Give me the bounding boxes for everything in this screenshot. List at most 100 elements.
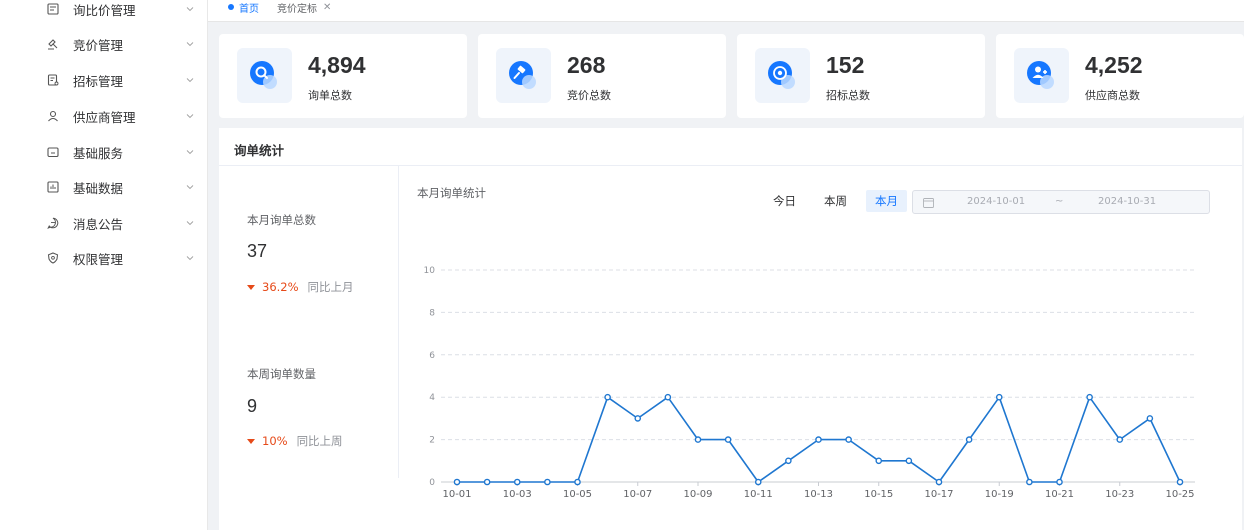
bar-chart-icon [47,181,59,193]
x-tick-label: 10-11 [744,489,773,500]
stat-card-inquiries: 4,894 询单总数 [219,34,467,118]
shield-icon [47,252,59,264]
sidebar-item-label: 询比价管理 [73,2,136,18]
y-tick-label: 8 [429,308,435,318]
x-tick-label: 10-03 [503,489,532,500]
data-point [1086,393,1093,401]
stat-value: 4,894 [308,52,366,78]
sidebar-item-label: 消息公告 [73,216,124,232]
sidebar-item-bidding[interactable]: 竞价管理 [0,29,208,59]
x-tick-label: 10-05 [563,489,592,500]
chevron-down-icon [186,150,194,155]
active-tab-dot [228,4,234,10]
user-icon [48,110,58,122]
data-point [815,436,822,443]
x-tick-label: 10-17 [924,489,953,500]
data-point [935,478,943,486]
stat-value: 4,252 [1085,52,1143,78]
sidebar: 询比价管理 竞价管理 招标管理 供应商管理 基础服务 基础数据 消息公告 权限管… [0,0,208,530]
data-point [875,457,883,465]
data-point [694,436,702,443]
data-point [1116,436,1124,443]
tab-label: 竞价定标 [277,3,317,15]
sidebar-item-label: 竞价管理 [73,37,124,53]
gavel-icon [509,61,536,89]
chevron-down-icon [186,185,194,190]
data-point [754,478,762,486]
data-point [634,415,642,422]
data-point [995,393,1003,401]
sidebar-item-tender[interactable]: 招标管理 [0,65,208,95]
data-point [453,478,461,486]
data-point [905,457,913,465]
tab-bar: 首页 竞价定标 ✕ [208,0,1244,22]
message-icon [47,217,59,229]
folder-icon [47,147,59,158]
chevron-down-icon [186,7,194,12]
x-tick-label: 10-13 [804,489,833,500]
stat-icon-box [237,48,292,103]
sidebar-item-announcement[interactable]: 消息公告 [0,208,208,238]
data-point [785,457,792,465]
data-point [513,478,521,486]
data-point [724,436,732,443]
y-tick-label: 2 [429,436,435,446]
hammer-icon [48,39,58,50]
y-tick-label: 0 [429,478,435,488]
data-point [544,478,551,486]
x-tick-label: 10-07 [623,489,652,500]
data-point [604,393,611,401]
sidebar-item-label: 基础数据 [73,180,124,196]
data-point [664,393,672,401]
line-chart: 0 2 4 6 8 10 10-01 10-03 10-05 10-07 10-09 10-11 10-… [424,266,1195,500]
tab-home[interactable]: 首页 [228,0,259,15]
tab-label: 首页 [239,3,259,15]
data-point [1176,478,1184,486]
stat-card-suppliers: 4,252 供应商总数 [996,34,1244,118]
x-tick-label: 10-23 [1105,489,1134,500]
chevron-down-icon [186,78,194,83]
data-point [483,478,491,486]
stat-value: 152 [826,52,865,78]
chevron-down-icon [186,256,194,261]
stat-card-bids: 268 竞价总数 [478,34,726,118]
data-point [574,478,581,486]
data-point [845,436,852,443]
data-point [1146,415,1154,422]
data-point [1056,478,1063,486]
tab-bid-award[interactable]: 竞价定标 ✕ [277,0,331,15]
x-tick-label: 10-25 [1165,489,1194,500]
stat-label: 询单总数 [308,89,352,102]
stat-icon-box [755,48,810,103]
search-icon [250,61,277,89]
x-tick-label: 10-09 [683,489,712,500]
close-icon[interactable]: ✕ [323,2,331,13]
stat-label: 竞价总数 [567,89,611,102]
sidebar-item-basic-service[interactable]: 基础服务 [0,137,208,167]
stat-icon-box [1014,48,1069,103]
sidebar-item-basic-data[interactable]: 基础数据 [0,172,208,202]
data-point [965,436,973,443]
y-tick-label: 4 [429,393,435,403]
sidebar-item-supplier[interactable]: 供应商管理 [0,101,208,131]
x-tick-label: 10-21 [1045,489,1074,500]
inquiry-stats-panel: 询单统计 本月询单总数 37 36.2% 同比上月 本周询单数量 9 10% 同… [219,128,1242,530]
x-tick-label: 10-15 [864,489,893,500]
stat-icon-box [496,48,551,103]
stat-label: 招标总数 [826,89,870,102]
chevron-down-icon [186,42,194,47]
stat-label: 供应商总数 [1085,89,1140,102]
data-point [1026,478,1033,486]
document-icon [47,74,59,86]
sidebar-item-label: 招标管理 [73,73,124,89]
x-tick-label: 10-19 [985,489,1014,500]
sidebar-item-permission[interactable]: 权限管理 [0,243,208,273]
chevron-down-icon [186,114,194,119]
y-tick-label: 6 [429,351,435,361]
y-tick-label: 10 [424,266,436,276]
sidebar-item-label: 供应商管理 [73,109,136,125]
sidebar-item-label: 权限管理 [73,251,124,267]
sidebar-item-inquiry[interactable]: 询比价管理 [0,0,208,24]
chevron-down-icon [186,221,194,226]
target-icon [768,61,795,89]
